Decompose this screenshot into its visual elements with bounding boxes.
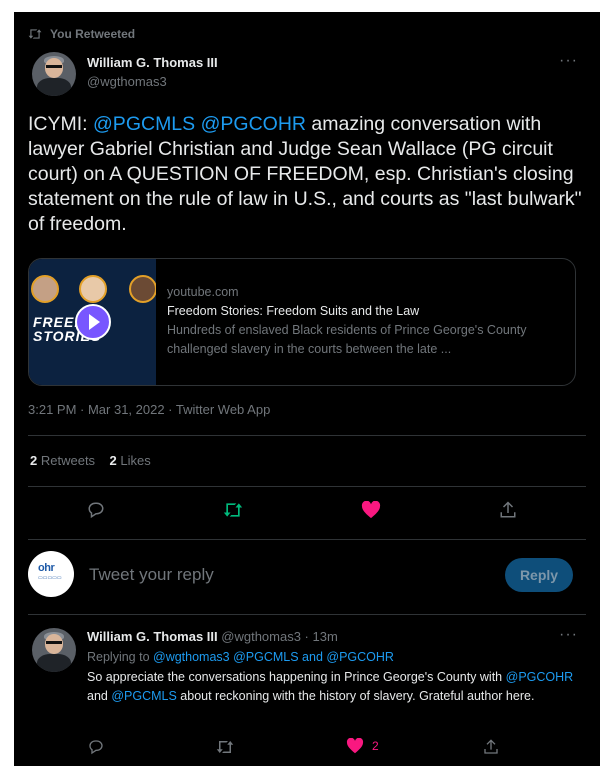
avatar-logo-icon: ▭▭▭▭▭ [38, 575, 62, 581]
reply-more-options-icon[interactable]: ··· [559, 626, 578, 644]
reply-author-avatar[interactable] [32, 628, 76, 672]
author-avatar[interactable] [32, 52, 76, 96]
card-title: Freedom Stories: Freedom Suits and the L… [167, 304, 420, 318]
play-icon[interactable] [75, 304, 111, 340]
card-details: youtube.com Freedom Stories: Freedom Sui… [167, 283, 567, 359]
reply-like-group[interactable]: 2 [346, 738, 379, 754]
reply-body: So appreciate the conversations happenin… [87, 670, 574, 703]
reply-handle-time[interactable]: @wgthomas3 · 13m [221, 629, 338, 644]
like-icon[interactable] [360, 499, 382, 521]
engagement-stats: 2 Retweets 2 Likes [30, 453, 151, 468]
tweet-body: ICYMI: @PGCMLS @PGCOHR amazing conversat… [28, 112, 588, 237]
link-preview-card[interactable]: FREEDOM STORIES youtube.com Freedom Stor… [28, 258, 576, 386]
reply-share-icon[interactable] [480, 736, 502, 758]
mention-link[interactable]: @PGCOHR [506, 670, 574, 684]
mention-link[interactable]: @PGCMLS [93, 113, 195, 135]
reply-like-icon[interactable] [346, 738, 364, 754]
reply-author-name[interactable]: William G. Thomas III [87, 629, 218, 644]
share-icon[interactable] [497, 499, 519, 521]
likes-stat[interactable]: 2 Likes [110, 453, 151, 468]
author-handle[interactable]: @wgthomas3 [87, 74, 167, 89]
divider [28, 539, 586, 540]
divider [28, 614, 586, 615]
reply-retweet-icon[interactable] [214, 736, 236, 758]
avatar-logo-text: ohr [38, 562, 55, 574]
reply-reply-icon[interactable] [85, 736, 107, 758]
reply-button[interactable]: Reply [505, 558, 573, 592]
author-name[interactable]: William G. Thomas III [87, 55, 218, 70]
retweet-action-icon[interactable] [222, 499, 244, 521]
card-description: Hundreds of enslaved Black residents of … [167, 323, 527, 356]
retweet-context: You Retweeted [28, 27, 135, 41]
video-thumbnail[interactable]: FREEDOM STORIES [29, 259, 156, 385]
divider [28, 435, 586, 436]
reply-icon[interactable] [85, 499, 107, 521]
reply-like-count: 2 [372, 739, 379, 753]
divider [28, 486, 586, 487]
card-domain: youtube.com [167, 285, 239, 299]
tweet-text-start: ICYMI: [28, 113, 94, 135]
mention-link[interactable]: @PGCOHR [201, 113, 306, 135]
replying-handles[interactable]: @wgthomas3 @PGCMLS and @PGCOHR [153, 650, 394, 664]
reply-header: William G. Thomas III @wgthomas3 · 13m [87, 629, 338, 644]
replying-to: Replying to @wgthomas3 @PGCMLS and @PGCO… [87, 650, 394, 664]
retweet-label: You Retweeted [50, 27, 136, 41]
retweets-stat[interactable]: 2 Retweets [30, 453, 95, 468]
reply-input[interactable]: Tweet your reply [89, 565, 214, 585]
mention-link[interactable]: @PGCMLS [111, 689, 176, 703]
tweet-thread-panel: You Retweeted William G. Thomas III @wgt… [14, 12, 600, 766]
retweet-icon [28, 29, 42, 39]
current-user-avatar[interactable]: ohr ▭▭▭▭▭ [28, 551, 74, 597]
more-options-icon[interactable]: ··· [559, 52, 578, 70]
tweet-timestamp[interactable]: 3:21 PM · Mar 31, 2022 · Twitter Web App [28, 402, 270, 417]
